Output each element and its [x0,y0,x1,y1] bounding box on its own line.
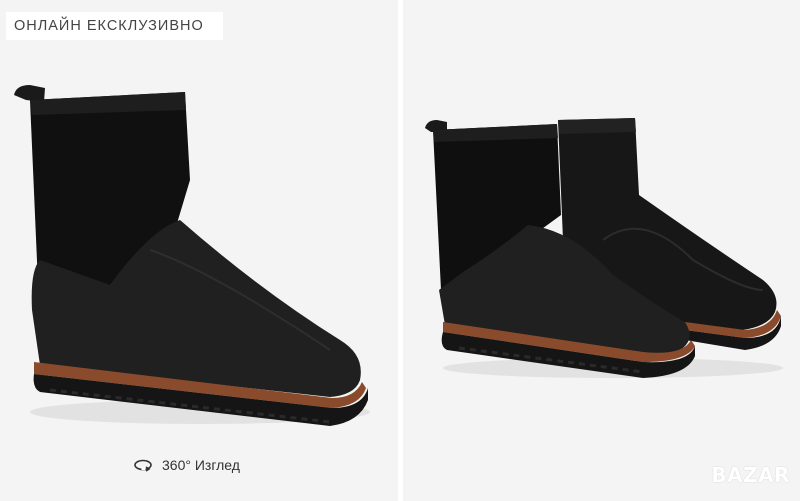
gallery-panel-secondary[interactable]: BAZAR [403,0,800,501]
view-360-label: 360° Изглед [162,457,240,473]
online-exclusive-badge: ОНЛАЙН ЕКСКЛУЗИВНО [6,12,223,40]
watermark-text: BAZAR [711,463,790,487]
gallery-panel-main[interactable]: ОНЛАЙН ЕКСКЛУЗИВНО 360° Изглед [0,0,398,501]
product-photo-single-boot[interactable] [0,70,398,440]
rotate-360-icon [132,457,154,473]
product-photo-boot-pair[interactable] [403,100,800,400]
watermark-logo: BAZAR [711,461,790,489]
view-360-button[interactable]: 360° Изглед [132,455,240,475]
